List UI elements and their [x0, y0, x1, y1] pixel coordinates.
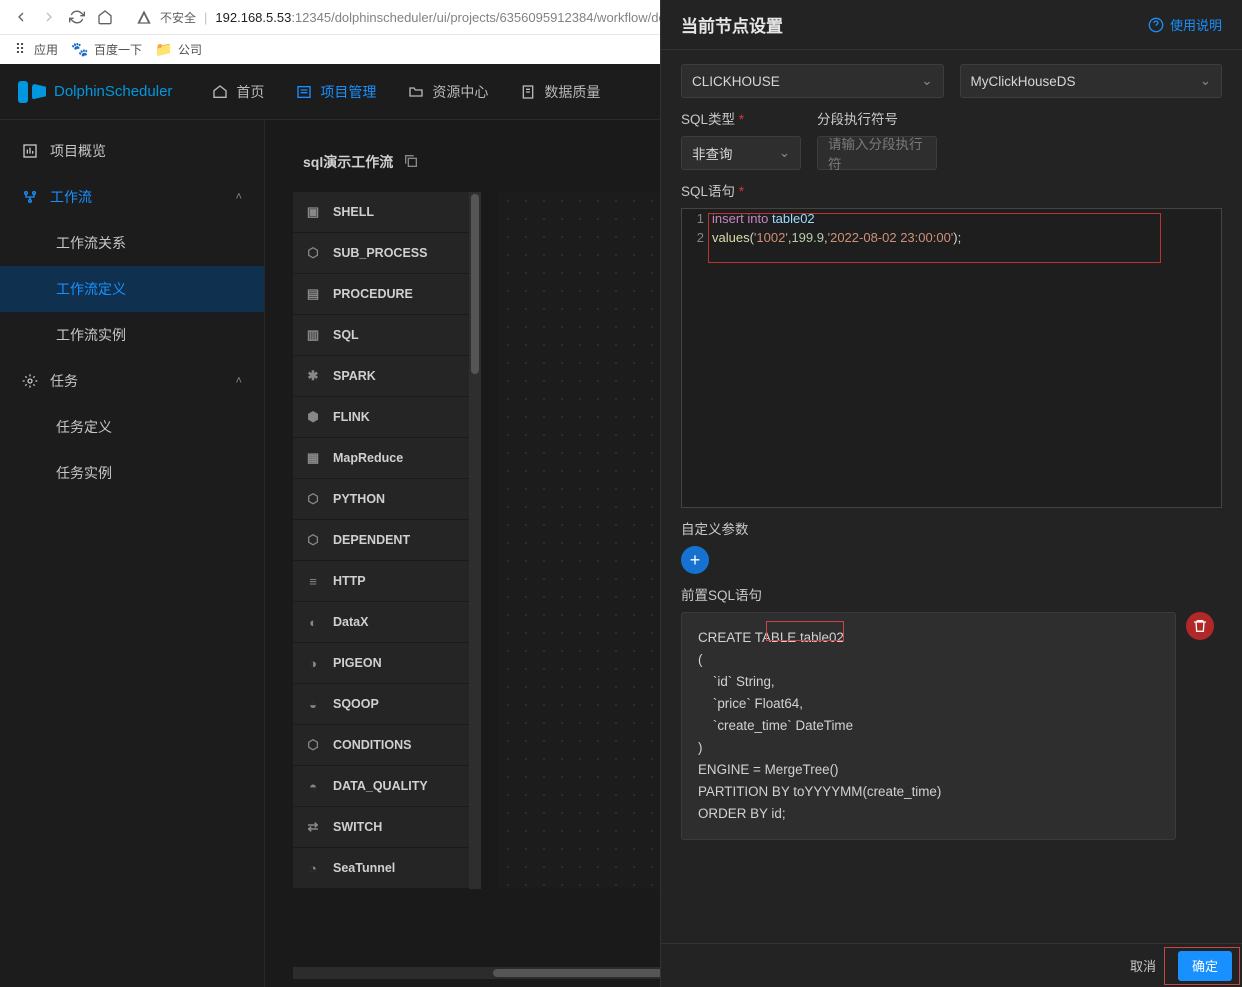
task-type-switch[interactable]: ⇄SWITCH [293, 807, 469, 848]
task-icon: ◒ [305, 696, 321, 712]
chevron-down-icon: ⌄ [921, 73, 932, 89]
sidebar: 项目概览 工作流˄ 工作流关系 工作流定义 工作流实例 任务˄ 任务定义 任务实… [0, 120, 265, 987]
help-link[interactable]: 使用说明 [1148, 15, 1222, 34]
task-type-shell[interactable]: ▣SHELL [293, 192, 469, 233]
pre-sql-label: 前置SQL语句 [681, 584, 1222, 604]
task-icon: ◔ [305, 860, 321, 876]
node-settings-drawer: 当前节点设置 使用说明 CLICKHOUSE⌄ MyClickHouseDS⌄ … [660, 0, 1242, 987]
cancel-button[interactable]: 取消 [1116, 951, 1170, 981]
task-icon: ⬡ [305, 737, 321, 753]
task-type-sub_process[interactable]: ⬡SUB_PROCESS [293, 233, 469, 274]
sidebar-item-wf-definition[interactable]: 工作流定义 [0, 266, 264, 312]
copy-icon[interactable] [403, 153, 419, 172]
insecure-label: 不安全 [160, 9, 196, 26]
task-icon: ⬢ [305, 409, 321, 425]
nav-home[interactable]: 首页 [208, 78, 268, 106]
sidebar-item-task[interactable]: 任务˄ [0, 358, 264, 404]
task-icon: ⬡ [305, 245, 321, 261]
task-icon: ⬡ [305, 491, 321, 507]
scrollbar-vertical[interactable] [469, 192, 481, 889]
chevron-up-icon: ˄ [236, 375, 242, 387]
task-icon: ⬡ [305, 532, 321, 548]
reload-icon[interactable] [68, 8, 86, 26]
sql-type-label: SQL类型 [681, 108, 801, 128]
folder-icon: 📁 [156, 42, 172, 58]
brand-logo[interactable]: DolphinScheduler [18, 81, 172, 103]
task-type-spark[interactable]: ✱SPARK [293, 356, 469, 397]
chevron-down-icon: ⌄ [779, 145, 790, 161]
house-icon [212, 84, 228, 100]
sidebar-item-task-inst[interactable]: 任务实例 [0, 450, 264, 496]
pre-sql-textarea[interactable]: CREATE TABLE table02 ( `id` String, `pri… [681, 612, 1176, 840]
logo-icon [18, 81, 46, 103]
add-param-button[interactable]: + [681, 546, 709, 574]
insecure-icon [136, 9, 152, 25]
task-icon: ◓ [305, 778, 321, 794]
forward-icon [40, 8, 58, 26]
sql-editor[interactable]: 1insert into table02 2values('1002',199.… [681, 208, 1222, 508]
apps-icon: ⠿ [12, 42, 28, 58]
apps-button[interactable]: ⠿应用 [12, 41, 58, 58]
task-icon: ⇄ [305, 819, 321, 835]
nav-resources[interactable]: 资源中心 [404, 78, 492, 106]
task-type-sqoop[interactable]: ◒SQOOP [293, 684, 469, 725]
segment-input[interactable]: 请输入分段执行符 [817, 136, 937, 170]
chevron-up-icon: ˄ [236, 191, 242, 203]
confirm-button[interactable]: 确定 [1178, 951, 1232, 981]
sidebar-item-task-def[interactable]: 任务定义 [0, 404, 264, 450]
nav-data-quality[interactable]: 数据质量 [516, 78, 604, 106]
folder-icon [408, 84, 424, 100]
doc-icon [520, 84, 536, 100]
segment-label: 分段执行符号 [817, 108, 937, 128]
custom-param-label: 自定义参数 [681, 518, 1222, 538]
bookmark-company[interactable]: 📁公司 [156, 41, 202, 58]
task-type-data_quality[interactable]: ◓DATA_QUALITY [293, 766, 469, 807]
task-type-http[interactable]: ≡HTTP [293, 561, 469, 602]
task-type-flink[interactable]: ⬢FLINK [293, 397, 469, 438]
chevron-down-icon: ⌄ [1200, 73, 1211, 89]
chart-icon [22, 143, 38, 159]
task-icon: ≡ [305, 573, 321, 589]
nav-projects[interactable]: 项目管理 [292, 78, 380, 106]
sidebar-item-workflow[interactable]: 工作流˄ [0, 174, 264, 220]
task-icon: ▤ [305, 286, 321, 302]
sidebar-item-wf-instance[interactable]: 工作流实例 [0, 312, 264, 358]
gear-icon [22, 373, 38, 389]
task-type-list: ▣SHELL⬡SUB_PROCESS▤PROCEDURE▥SQL✱SPARK⬢F… [293, 192, 469, 889]
sidebar-item-overview[interactable]: 项目概览 [0, 128, 264, 174]
task-type-datax[interactable]: ◐DataX [293, 602, 469, 643]
delete-presql-button[interactable] [1186, 612, 1214, 640]
list-icon [296, 84, 312, 100]
drawer-title: 当前节点设置 [681, 12, 783, 37]
task-type-mapreduce[interactable]: ▦MapReduce [293, 438, 469, 479]
task-type-seatunnel[interactable]: ◔SeaTunnel [293, 848, 469, 889]
task-icon: ▥ [305, 327, 321, 343]
sidebar-item-wf-relation[interactable]: 工作流关系 [0, 220, 264, 266]
trash-icon [1192, 618, 1208, 634]
task-icon: ▦ [305, 450, 321, 466]
task-type-python[interactable]: ⬡PYTHON [293, 479, 469, 520]
paw-icon: 🐾 [72, 42, 88, 58]
sql-statement-label: SQL语句 [681, 180, 1222, 200]
question-icon [1148, 17, 1164, 33]
task-type-sql[interactable]: ▥SQL [293, 315, 469, 356]
task-icon: ▣ [305, 204, 321, 220]
task-icon: ◐ [305, 614, 321, 630]
datasource-type-select[interactable]: CLICKHOUSE⌄ [681, 64, 944, 98]
back-icon[interactable] [12, 8, 30, 26]
task-icon: ◑ [305, 655, 321, 671]
flow-icon [22, 189, 38, 205]
task-type-pigeon[interactable]: ◑PIGEON [293, 643, 469, 684]
bookmark-baidu[interactable]: 🐾百度一下 [72, 41, 142, 58]
sql-type-select[interactable]: 非查询⌄ [681, 136, 801, 170]
task-type-conditions[interactable]: ⬡CONDITIONS [293, 725, 469, 766]
datasource-instance-select[interactable]: MyClickHouseDS⌄ [960, 64, 1223, 98]
task-type-procedure[interactable]: ▤PROCEDURE [293, 274, 469, 315]
task-icon: ✱ [305, 368, 321, 384]
task-type-dependent[interactable]: ⬡DEPENDENT [293, 520, 469, 561]
home-icon[interactable] [96, 8, 114, 26]
